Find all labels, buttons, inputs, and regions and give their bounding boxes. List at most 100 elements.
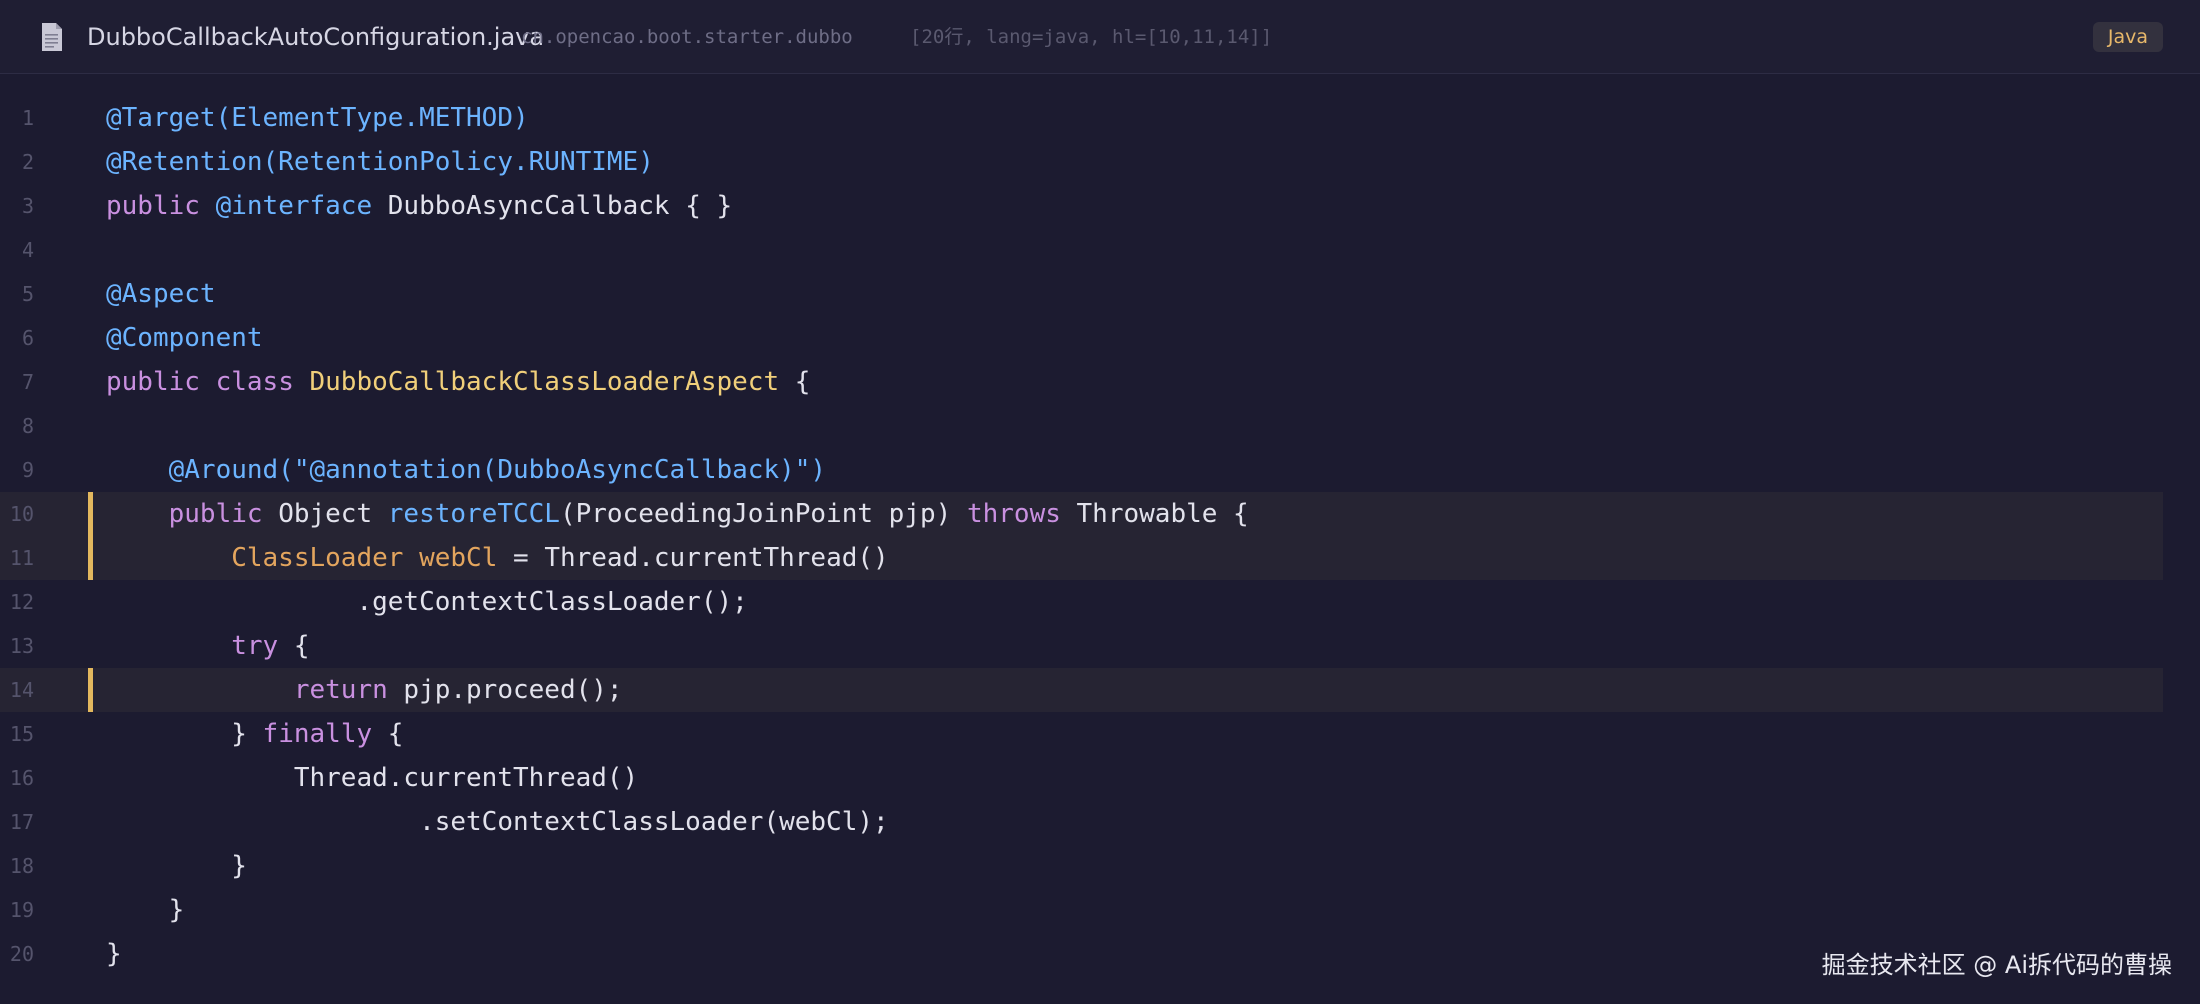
line-number: 16 <box>9 766 34 790</box>
line-source: @Target(ElementType.METHOD) <box>106 96 529 140</box>
line-number: 20 <box>9 942 34 966</box>
line-source: } <box>106 932 122 976</box>
line-source: } finally { <box>106 712 403 756</box>
code-token: @interface <box>215 191 373 221</box>
code-token: webCl <box>419 543 498 573</box>
code-line: 2 @Retention(RetentionPolicy.RUNTIME) <box>0 140 2200 184</box>
code-line: 3 public @interface DubboAsyncCallback { … <box>0 184 2200 228</box>
line-number: 15 <box>9 722 34 746</box>
code-line: 13 try { <box>0 624 2200 668</box>
code-line: 11 ClassLoader webCl = Thread.currentThr… <box>0 536 2200 580</box>
file-name: DubboCallbackAutoConfiguration.java <box>87 23 545 51</box>
line-number: 17 <box>9 810 34 834</box>
code-body: 1 @Target(ElementType.METHOD) 2 @Retention(… <box>0 96 2200 976</box>
file-icon <box>42 23 62 51</box>
line-source: @Around("@annotation(DubboAsyncCallback)… <box>106 448 826 492</box>
code-token: @Target(ElementType.METHOD) <box>106 103 529 133</box>
code-token: (ProceedingJoinPoint pjp) <box>559 499 967 529</box>
code-token: DubboAsyncCallback { } <box>372 191 733 221</box>
line-number: 9 <box>21 458 34 482</box>
code-token: .getContextClassLoader(); <box>106 587 748 617</box>
line-source: @Retention(RetentionPolicy.RUNTIME) <box>106 140 654 184</box>
line-number: 19 <box>9 898 34 922</box>
code-line: 10 public Object restoreTCCL(ProceedingJ… <box>0 492 2200 536</box>
code-token: { <box>779 367 811 397</box>
code-line: 15 } finally { <box>0 712 2200 756</box>
code-line: 19 } <box>0 888 2200 932</box>
code-line: 1 @Target(ElementType.METHOD) <box>0 96 2200 140</box>
line-number: 13 <box>9 634 34 658</box>
code-token: Throwable { <box>1060 499 1249 529</box>
line-source: public class DubboCallbackClassLoaderAsp… <box>106 360 810 404</box>
file-header: DubboCallbackAutoConfiguration.java cn.o… <box>0 0 2200 74</box>
line-number: 7 <box>21 370 34 394</box>
line-number: 18 <box>9 854 34 878</box>
line-number: 6 <box>21 326 34 350</box>
code-token: class <box>215 367 310 397</box>
line-source: @Aspect <box>106 272 216 316</box>
code-token: @Retention(RetentionPolicy.RUNTIME) <box>106 147 654 177</box>
code-token: { <box>278 631 310 661</box>
package-name: cn.opencao.boot.starter.dubbo <box>521 26 853 48</box>
line-number: 14 <box>9 678 34 702</box>
language-badge: Java <box>2093 22 2163 52</box>
code-token: } <box>106 895 185 925</box>
line-source: Thread.currentThread() <box>106 756 638 800</box>
code-token: throws <box>966 499 1061 529</box>
line-source: .setContextClassLoader(webCl); <box>106 800 889 844</box>
code-token: @Around("@annotation(DubboAsyncCallback)… <box>106 455 827 485</box>
line-number: 5 <box>21 282 34 306</box>
line-source: } <box>106 844 247 888</box>
line-source: } <box>106 888 185 932</box>
line-number: 11 <box>9 546 34 570</box>
watermark: 掘金技术社区 @ Ai拆代码的曹操 <box>1821 951 2172 979</box>
line-number: 4 <box>21 238 34 262</box>
code-token: } <box>106 719 263 749</box>
code-line: 16 Thread.currentThread() <box>0 756 2200 800</box>
line-source: ClassLoader webCl = Thread.currentThread… <box>106 536 889 580</box>
line-number: 1 <box>21 106 34 130</box>
code-line: 14 return pjp.proceed(); <box>0 668 2200 712</box>
line-number: 8 <box>21 414 34 438</box>
code-token: ClassLoader <box>106 543 420 573</box>
code-line: 17 .setContextClassLoader(webCl); <box>0 800 2200 844</box>
code-token: } <box>106 939 122 969</box>
line-source: public @interface DubboAsyncCallback { } <box>106 184 732 228</box>
code-line: 8 <box>0 404 2200 448</box>
line-number: 10 <box>9 502 34 526</box>
line-number: 3 <box>21 194 34 218</box>
code-token: { <box>372 719 404 749</box>
code-token: finally <box>262 719 373 749</box>
line-number: 12 <box>9 590 34 614</box>
code-line: 7 public class DubboCallbackClassLoaderAs… <box>0 360 2200 404</box>
code-viewer-window: DubboCallbackAutoConfiguration.java cn.o… <box>0 0 2200 1004</box>
code-token: } <box>106 851 247 881</box>
code-line: 6 @Component <box>0 316 2200 360</box>
code-line: 4 <box>0 228 2200 272</box>
line-source: public Object restoreTCCL(ProceedingJoin… <box>106 492 1249 536</box>
code-token: pjp.proceed(); <box>387 675 623 705</box>
code-token: public <box>106 499 279 529</box>
code-token: DubboCallbackClassLoaderAspect <box>309 367 780 397</box>
code-token: public <box>106 191 216 221</box>
code-line: 12 .getContextClassLoader(); <box>0 580 2200 624</box>
line-source: try { <box>106 624 310 668</box>
code-line: 9 @Around("@annotation(DubboAsyncCallbac… <box>0 448 2200 492</box>
code-token: = Thread.currentThread() <box>497 543 889 573</box>
code-token: .setContextClassLoader(webCl); <box>106 807 889 837</box>
line-number: 2 <box>21 150 34 174</box>
code-token: Thread.currentThread() <box>106 763 639 793</box>
code-line: 18 } <box>0 844 2200 888</box>
line-source: return pjp.proceed(); <box>106 668 623 712</box>
code-token: try <box>106 631 279 661</box>
code-token: @Aspect <box>106 279 216 309</box>
line-source: .getContextClassLoader(); <box>106 580 748 624</box>
code-token: @Component <box>106 323 263 353</box>
code-token: return <box>106 675 388 705</box>
code-line: 5 @Aspect <box>0 272 2200 316</box>
file-meta: [20行, lang=java, hl=[10,11,14]] <box>910 26 1273 48</box>
code-token: public <box>106 367 216 397</box>
code-token: restoreTCCL <box>387 499 560 529</box>
code-token: Object <box>278 499 388 529</box>
line-source: @Component <box>106 316 263 360</box>
